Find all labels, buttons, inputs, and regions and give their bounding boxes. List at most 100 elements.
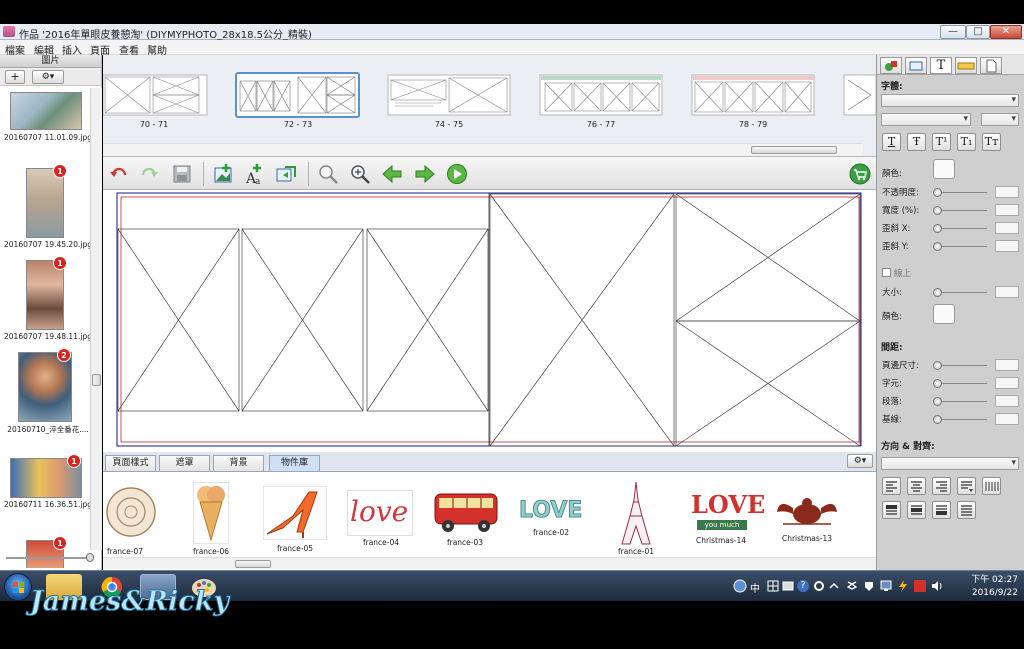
font-size-dropdown[interactable] <box>981 113 1019 126</box>
subscript-button[interactable]: T₁ <box>957 133 976 151</box>
adobe-icon[interactable] <box>913 579 927 593</box>
skew-x-value[interactable] <box>995 222 1019 234</box>
underline-button[interactable]: T <box>882 133 901 151</box>
volume-icon[interactable] <box>930 579 944 593</box>
outline-checkbox[interactable] <box>882 268 891 277</box>
scrollbar-thumb[interactable] <box>751 146 837 154</box>
slider-knob[interactable] <box>933 288 942 297</box>
paragraph-slider[interactable] <box>933 397 987 406</box>
slider-knob[interactable] <box>933 379 942 388</box>
width-value[interactable] <box>995 204 1019 216</box>
strikethrough-button[interactable]: Ŧ <box>907 133 926 151</box>
tab-page-styles[interactable]: 頁面樣式 <box>105 455 156 471</box>
help-icon[interactable]: ? <box>797 580 809 592</box>
show-hidden-icons-icon[interactable] <box>829 581 839 591</box>
flash-icon[interactable] <box>896 579 910 593</box>
tab-backgrounds[interactable]: 背景 <box>213 455 264 471</box>
skew-x-slider[interactable] <box>933 224 987 233</box>
add-text-icon[interactable]: Aa <box>243 163 265 185</box>
language-bar-icon[interactable] <box>733 579 747 593</box>
slider-knob[interactable] <box>933 397 942 406</box>
text-color-swatch[interactable] <box>933 159 955 179</box>
page-thumb-74-75[interactable] <box>387 74 511 116</box>
add-photo-icon[interactable] <box>212 163 234 185</box>
zoom-out-icon[interactable] <box>317 163 339 185</box>
slider-knob[interactable] <box>933 242 942 251</box>
align-center-button[interactable] <box>907 477 926 495</box>
align-dropdown-button[interactable] <box>957 477 976 495</box>
undo-icon[interactable] <box>108 163 130 185</box>
align-left-button[interactable] <box>882 477 901 495</box>
slider-knob[interactable] <box>933 206 942 215</box>
valign-bottom-button[interactable] <box>932 501 951 519</box>
sticker-item[interactable] <box>433 488 499 536</box>
text-direction-dropdown[interactable] <box>881 457 1019 470</box>
thumbnail-size-slider[interactable] <box>6 553 94 562</box>
baseline-value[interactable] <box>995 413 1019 425</box>
sticker-item[interactable]: LOVE <box>517 498 585 526</box>
sticker-item[interactable] <box>617 480 655 546</box>
sticker-item[interactable]: LOVE you much <box>687 490 765 536</box>
redo-icon[interactable] <box>138 163 160 185</box>
photo-item[interactable]: 1 20160707 19.48.11.jpg <box>2 256 90 341</box>
photos-settings-button[interactable]: ⚙▾ <box>32 70 64 84</box>
margin-slider[interactable] <box>933 361 987 370</box>
save-icon[interactable] <box>171 163 193 185</box>
superscript-button[interactable]: T¹ <box>932 133 951 151</box>
sticker-item[interactable] <box>773 494 841 532</box>
tab-ruler[interactable] <box>955 57 977 74</box>
tab-frame[interactable] <box>905 57 927 74</box>
character-slider[interactable] <box>933 379 987 388</box>
opacity-slider[interactable] <box>933 188 987 197</box>
valign-middle-button[interactable] <box>907 501 926 519</box>
baseline-slider[interactable] <box>933 415 987 424</box>
photo-item[interactable]: 1 <box>2 536 90 568</box>
sticker-item[interactable]: love <box>347 490 413 536</box>
page-thumb-72-73[interactable] <box>235 72 360 118</box>
sticker-item[interactable] <box>103 482 159 544</box>
scrollbar-thumb[interactable] <box>92 374 101 386</box>
page-thumb-76-77[interactable] <box>539 74 663 116</box>
align-right-button[interactable] <box>932 477 951 495</box>
skew-y-value[interactable] <box>995 240 1019 252</box>
start-button[interactable] <box>4 573 32 601</box>
next-page-icon[interactable] <box>414 163 436 185</box>
play-icon[interactable] <box>446 163 468 185</box>
close-button[interactable]: ✕ <box>990 25 1022 39</box>
page-strip-scrollbar[interactable] <box>103 143 863 155</box>
library-settings-button[interactable]: ⚙▾ <box>847 454 873 468</box>
tab-shape[interactable] <box>880 57 902 74</box>
slider-knob[interactable] <box>933 188 942 197</box>
valign-top-button[interactable] <box>882 501 901 519</box>
security-icon[interactable] <box>862 579 876 593</box>
network-icon[interactable] <box>879 579 893 593</box>
minimize-button[interactable]: — <box>940 25 966 39</box>
tab-page[interactable] <box>980 57 1002 74</box>
clock[interactable]: 下午 02:27 2016/9/22 <box>971 574 1018 600</box>
page-thumb-next[interactable] <box>843 74 876 116</box>
cart-icon[interactable] <box>849 163 871 185</box>
page-thumb-70-71[interactable] <box>103 74 208 116</box>
width-slider[interactable] <box>933 206 987 215</box>
library-scrollbar[interactable] <box>103 557 876 569</box>
maximize-button[interactable]: □ <box>966 25 990 39</box>
settings-icon[interactable] <box>812 579 826 593</box>
dropbox-icon[interactable] <box>845 579 859 593</box>
outline-size-value[interactable] <box>995 286 1019 298</box>
zoom-in-icon[interactable] <box>349 163 371 185</box>
small-caps-button[interactable]: Tт <box>982 133 1001 151</box>
tools-icon[interactable] <box>781 579 795 593</box>
outline-size-slider[interactable] <box>933 288 987 297</box>
font-style-dropdown[interactable] <box>881 113 971 126</box>
photo-list-scrollbar[interactable] <box>90 88 102 550</box>
font-family-dropdown[interactable] <box>881 94 1019 107</box>
opacity-value[interactable] <box>995 186 1019 198</box>
margin-value[interactable] <box>995 359 1019 371</box>
slider-knob[interactable] <box>933 224 942 233</box>
sticker-item[interactable] <box>262 485 328 541</box>
slider-knob[interactable] <box>933 415 942 424</box>
tab-text[interactable]: T <box>930 57 952 74</box>
photo-item[interactable]: 1 20160707 19.45.20.jpg <box>2 164 90 249</box>
ime-grid-icon[interactable] <box>766 579 780 593</box>
add-photo-button[interactable]: + <box>5 70 25 84</box>
